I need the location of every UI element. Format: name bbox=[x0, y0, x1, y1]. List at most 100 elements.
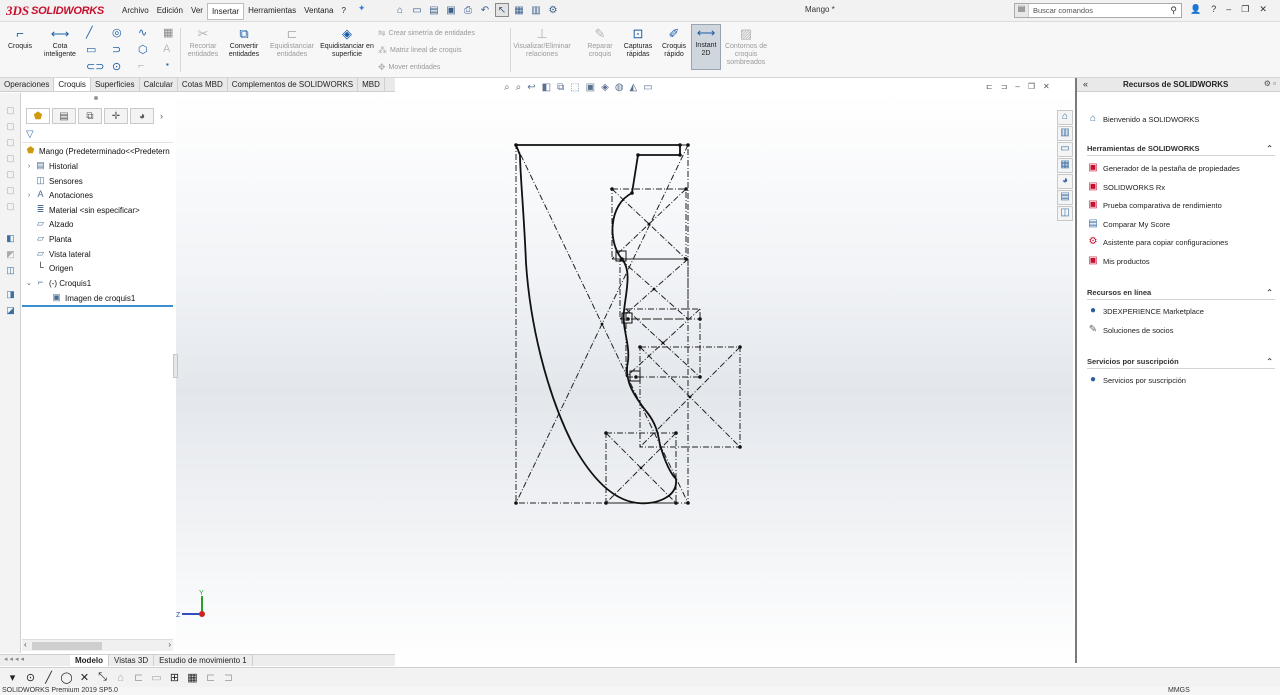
line-tool-icon[interactable]: ╱ bbox=[42, 671, 55, 684]
panel-grip-icon[interactable] bbox=[94, 96, 98, 100]
back-arrows-icon[interactable]: « bbox=[1083, 79, 1088, 89]
point-icon[interactable]: ▦ bbox=[163, 26, 173, 39]
relations-tool-icon[interactable]: ⊐ bbox=[222, 671, 235, 684]
ellipse-icon[interactable]: ⊙ bbox=[112, 60, 121, 73]
tree-item-croquis1[interactable]: ⌄ ⌐ (-) Croquis1 bbox=[24, 276, 91, 290]
sketch-tool-icon[interactable]: ◩ bbox=[4, 249, 17, 261]
tree-root[interactable]: ⬟ Mango (Predeterminado<<Predetern bbox=[24, 144, 170, 158]
custom-properties-icon[interactable]: ▤ bbox=[1057, 190, 1073, 205]
rectangle-icon[interactable]: ▭ bbox=[86, 43, 96, 56]
tree-item-historial[interactable]: › ▤ Historial bbox=[24, 159, 78, 173]
trim-tool-icon[interactable]: ✕ bbox=[78, 671, 91, 684]
viewport-restore-icon[interactable]: ❐ bbox=[1028, 82, 1035, 91]
text-icon[interactable]: A bbox=[163, 43, 170, 55]
status-units[interactable]: MMGS bbox=[1168, 687, 1190, 695]
sketch-tool-icon[interactable]: ▢ bbox=[4, 169, 17, 181]
resource-link[interactable]: ● Servicios por suscripción bbox=[1087, 374, 1186, 386]
fillet-icon[interactable]: ⌐ bbox=[138, 60, 144, 72]
tab-calcular[interactable]: Calcular bbox=[140, 78, 178, 91]
scroll-left-icon[interactable]: ‹ bbox=[24, 640, 27, 649]
sketch-tool-icon[interactable]: ▢ bbox=[4, 121, 17, 133]
restore-icon[interactable]: ❐ bbox=[1241, 4, 1249, 15]
resource-link[interactable]: ▣ Prueba comparativa de rendimiento bbox=[1087, 199, 1222, 211]
collapse-icon[interactable]: ⌄ bbox=[24, 279, 34, 287]
minimize-icon[interactable]: – bbox=[1226, 4, 1231, 15]
welcome-link[interactable]: ⌂ Bienvenido a SOLIDWORKS bbox=[1087, 113, 1199, 125]
croquis-button[interactable]: ⌐ Croquis bbox=[6, 26, 34, 51]
viewport-close-icon[interactable]: ✕ bbox=[1043, 82, 1050, 91]
resource-link[interactable]: ▣ SOLIDWORKS Rx bbox=[1087, 181, 1165, 193]
graphics-area[interactable]: ⌕ ⌕ ↩ ◧ ⧉ ⬚ ▣ ◈ ◍ ◭ ▭ ⊏ ⊐ – ❐ ✕ bbox=[176, 82, 1073, 667]
tab-mbd[interactable]: MBD bbox=[358, 78, 385, 91]
spline-icon[interactable]: ∿ bbox=[138, 26, 147, 39]
solidworks-logo[interactable]: 3DS SOLIDWORKS bbox=[6, 3, 104, 19]
circle-icon[interactable]: ◎ bbox=[112, 26, 122, 39]
grid-tool-icon[interactable]: ▦ bbox=[186, 671, 199, 684]
search-scope-icon[interactable]: ▤ bbox=[1015, 4, 1029, 17]
edit-appearance-icon[interactable]: ◍ bbox=[615, 82, 624, 93]
chevron-up-icon[interactable]: ⌃ bbox=[1266, 144, 1273, 153]
filter-icon[interactable]: ▽ bbox=[26, 129, 34, 140]
crear-simetria-button[interactable]: ⇋ Crear simetría de entidades bbox=[378, 28, 475, 39]
tree-item-imagen-croquis[interactable]: ▣ Imagen de croquis1 bbox=[40, 291, 135, 305]
hide-show-icon[interactable]: ◈ bbox=[601, 82, 609, 93]
capturas-button[interactable]: ⊡ Capturas rápidas bbox=[620, 26, 656, 59]
expand-icon[interactable]: › bbox=[24, 192, 34, 199]
pin-icon[interactable]: ✦ bbox=[358, 3, 366, 20]
tree-item-alzado[interactable]: ▱ Alzado bbox=[24, 217, 73, 231]
horizontal-scrollbar[interactable]: ‹ › bbox=[22, 639, 173, 651]
view-orientation-icon[interactable]: ⬚ bbox=[570, 82, 579, 93]
sketch-tool-icon[interactable]: ▢ bbox=[4, 153, 17, 165]
expand-icon[interactable]: › bbox=[24, 163, 34, 170]
resource-link[interactable]: ● 3DEXPERIENCE Marketplace bbox=[1087, 305, 1204, 317]
resource-link[interactable]: ⚙ Asistente para copiar configuraciones bbox=[1087, 236, 1229, 248]
circle-tool-icon[interactable]: ⊙ bbox=[24, 671, 37, 684]
task-pane-options-icon[interactable]: ⚙ ▫ bbox=[1264, 79, 1276, 88]
menu-help[interactable]: ? bbox=[337, 3, 349, 20]
reparar-button[interactable]: ✎ Reparar croquis bbox=[584, 26, 616, 59]
tree-item-anotaciones[interactable]: › A Anotaciones bbox=[24, 188, 93, 202]
chevron-right-icon[interactable]: › bbox=[160, 111, 163, 121]
menu-ver[interactable]: Ver bbox=[187, 3, 207, 20]
tab-vistas-3d[interactable]: Vistas 3D bbox=[109, 655, 155, 666]
equidistanciar-superficie-button[interactable]: ◈ Equidistanciar en superficie bbox=[320, 26, 374, 59]
visualizar-eliminar-button[interactable]: ⊥ Visualizar/Eliminar relaciones bbox=[513, 26, 570, 59]
offset-tool-icon[interactable]: ⌂ bbox=[114, 672, 127, 684]
sketch-tool-icon[interactable]: ◨ bbox=[4, 289, 17, 301]
menu-insertar[interactable]: Insertar bbox=[206, 3, 245, 20]
panel-collapse-handle[interactable] bbox=[173, 354, 178, 378]
menu-archivo[interactable]: Archivo bbox=[118, 3, 153, 20]
tab-complementos[interactable]: Complementos de SOLIDWORKS bbox=[228, 78, 359, 91]
rollback-bar[interactable] bbox=[22, 305, 173, 307]
sketch-tool-icon[interactable]: ▢ bbox=[4, 137, 17, 149]
sketch-tool-icon[interactable]: ◫ bbox=[4, 265, 17, 277]
view-settings-icon[interactable]: ▭ bbox=[643, 82, 652, 93]
convert-tool-icon[interactable]: ⊏ bbox=[132, 671, 145, 684]
tab-cotas-mbd[interactable]: Cotas MBD bbox=[178, 78, 228, 91]
cota-inteligente-button[interactable]: ⟷ Cota inteligente bbox=[40, 26, 80, 59]
scroll-thumb[interactable] bbox=[32, 642, 102, 650]
tree-item-material[interactable]: ≣ Material <sin especificar> bbox=[24, 203, 140, 217]
print-icon[interactable]: ⎙ bbox=[461, 3, 475, 17]
menu-ventana[interactable]: Ventana bbox=[300, 3, 337, 20]
tree-item-sensores[interactable]: ◫ Sensores bbox=[24, 174, 83, 188]
file-explorer-icon[interactable]: ▭ bbox=[1057, 142, 1073, 157]
tree-item-origen[interactable]: └ Origen bbox=[24, 261, 73, 275]
croquis-rapido-button[interactable]: ✐ Croquis rápido bbox=[658, 26, 690, 59]
convertir-button[interactable]: ⧉ Convertir entidades bbox=[224, 26, 264, 59]
save-icon[interactable]: ▣ bbox=[444, 3, 458, 17]
resources-home-icon[interactable]: ⌂ bbox=[1057, 110, 1073, 125]
block-tool-icon[interactable]: ⊏ bbox=[204, 671, 217, 684]
section-servicios[interactable]: Servicios por suscripción ⌃ bbox=[1087, 357, 1275, 369]
home-icon[interactable]: ⌂ bbox=[393, 3, 407, 17]
resource-link[interactable]: ▣ Generador de la pestaña de propiedades bbox=[1087, 162, 1240, 174]
section-view-icon[interactable]: ◧ bbox=[542, 82, 551, 93]
contornos-button[interactable]: ▨ Contornos de croquis sombreados bbox=[722, 26, 770, 67]
display-style-icon[interactable]: ▣ bbox=[586, 82, 595, 93]
section-herramientas[interactable]: Herramientas de SOLIDWORKS ⌃ bbox=[1087, 144, 1275, 156]
dropdown-arrow-icon[interactable]: ▾ bbox=[6, 671, 19, 684]
plane-icon[interactable]: ▪ bbox=[166, 60, 169, 69]
viewport-expand-icon[interactable]: ⊐ bbox=[1001, 82, 1008, 91]
resource-link[interactable]: ✎ Soluciones de socios bbox=[1087, 324, 1174, 336]
help-icon[interactable]: ? bbox=[1211, 4, 1216, 15]
